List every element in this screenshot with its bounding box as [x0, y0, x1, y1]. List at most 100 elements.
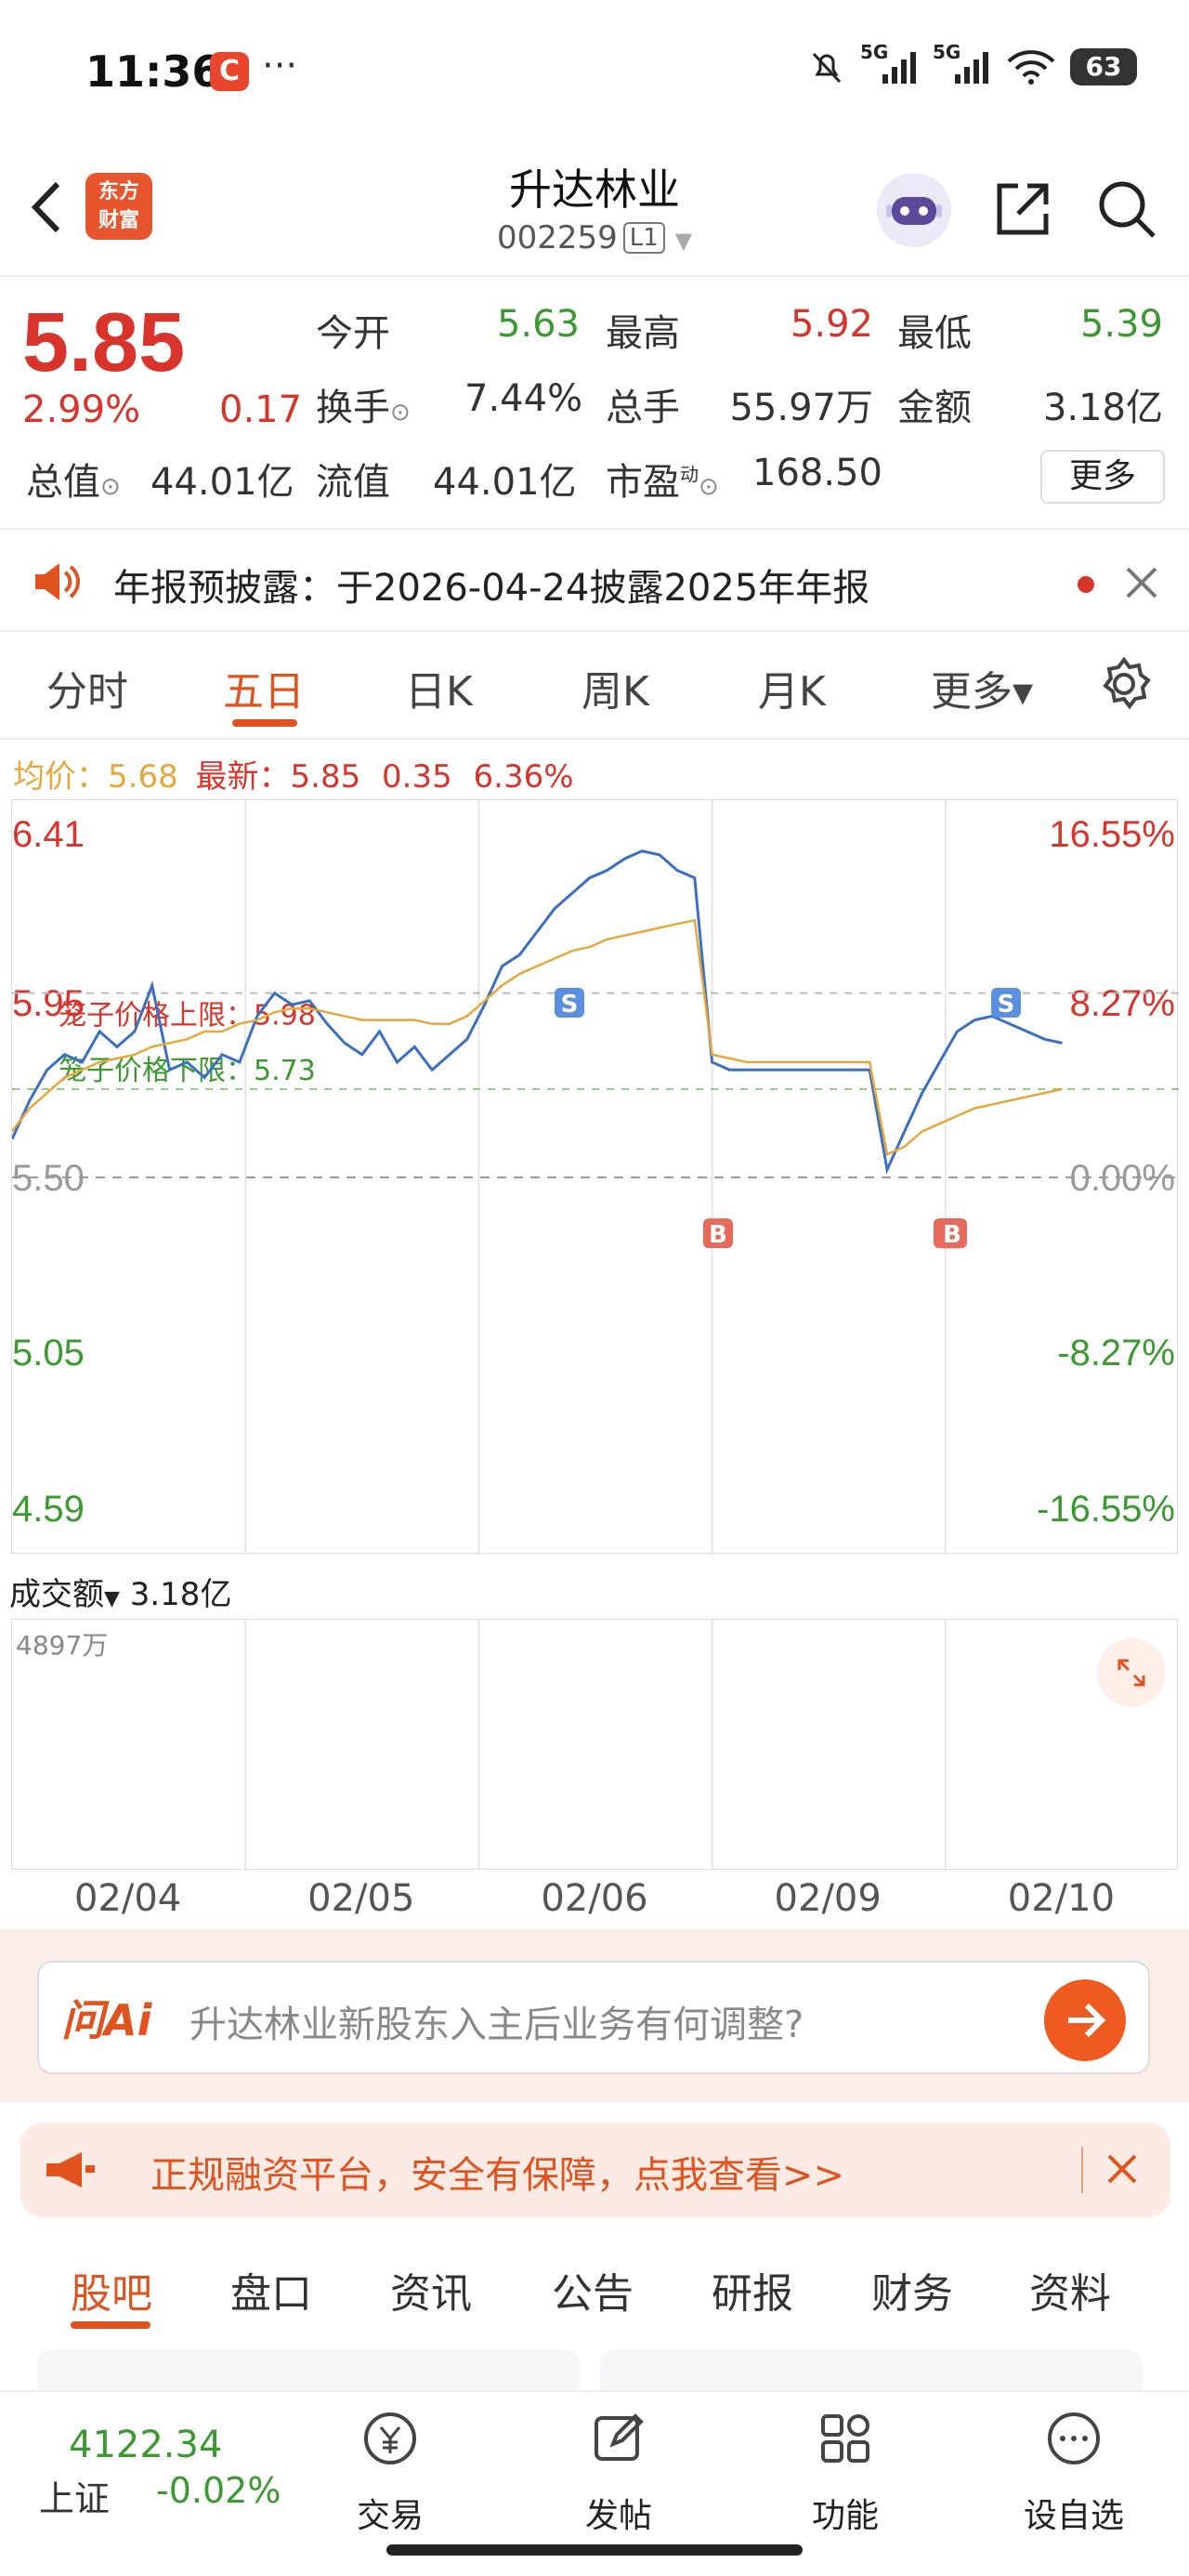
nav-functions[interactable]	[808, 2405, 882, 2476]
close-icon[interactable]	[1124, 565, 1159, 600]
more-notifications-icon: ···	[262, 45, 298, 87]
current-price: 5.85	[22, 296, 186, 389]
x-tick-label: 02/06	[541, 1877, 648, 1920]
search-icon[interactable]	[1094, 177, 1159, 242]
x-tick-label: 02/05	[307, 1877, 415, 1920]
nav-add-watchlist[interactable]	[1037, 2405, 1111, 2476]
chevron-down-icon: ▼	[674, 228, 693, 254]
ad-text: 正规融资平台，安全有保障，点我查看>>	[150, 2154, 845, 2197]
pe-label: 市盈动⊙	[606, 461, 719, 504]
volume-type-select: 成交额	[9, 1576, 104, 1613]
high-label: 最高	[606, 312, 680, 355]
y-tick-left: 6.41	[12, 814, 85, 855]
trade-marker-label: B	[943, 1221, 961, 1249]
y-tick-right: 8.27%	[1070, 983, 1175, 1024]
ask-ai-question: 升达林业新股东入主后业务有何调整?	[189, 2004, 804, 2046]
megaphone-icon	[46, 2152, 95, 2188]
settings-gear-icon[interactable]	[1096, 656, 1152, 712]
tab-pankou[interactable]: 盘口	[230, 2260, 312, 2320]
total-mv-label: 总值⊙	[26, 461, 121, 504]
close-icon[interactable]	[1105, 2152, 1139, 2186]
trade-marker-label: S	[561, 991, 579, 1019]
signal-icon: 5G	[860, 41, 920, 87]
active-tab-indicator	[71, 2321, 150, 2329]
active-tab-indicator	[232, 719, 297, 727]
status-bar: 11:36 C ··· 5G 5G 63	[0, 0, 1189, 149]
x-tick-label: 02/10	[1007, 1877, 1116, 1920]
change-percent: 2.99%	[22, 388, 141, 431]
signal-icon-2: 5G	[933, 41, 992, 87]
yuan-icon	[364, 2412, 416, 2464]
open-value: 5.63	[496, 303, 580, 346]
ai-robot-icon[interactable]	[877, 173, 951, 247]
share-icon[interactable]	[990, 177, 1055, 242]
turnover-value: 7.44%	[464, 377, 583, 420]
trade-marker-label: B	[709, 1221, 727, 1249]
nav-trade[interactable]	[353, 2405, 427, 2476]
float-mv-value: 44.01亿	[433, 461, 577, 504]
volume-header[interactable]: 成交额▼ 3.18亿	[9, 1569, 231, 1614]
announcement-bar[interactable]: 年报预披露：于2026-04-24披露2025年年报	[0, 528, 1189, 632]
status-time: 11:36	[85, 46, 222, 97]
turnover-label: 换手⊙	[316, 387, 411, 429]
y-tick-right: -8.27%	[1057, 1333, 1175, 1373]
tab-profile[interactable]: 资料	[1029, 2260, 1111, 2320]
tab-more[interactable]: 更多▾	[931, 658, 1033, 717]
avg-price-line	[11, 918, 1063, 1156]
level-badge: L1	[622, 222, 665, 254]
more-quote-button[interactable]: 更多	[1040, 450, 1165, 504]
announcement-text: 年报预披露：于2026-04-24披露2025年年报	[113, 567, 870, 610]
pe-value: 168.50	[752, 452, 882, 494]
nav-trade-label: 交易	[356, 2497, 424, 2535]
tab-weekly-k[interactable]: 周K	[581, 658, 649, 717]
grid-icon	[821, 2414, 869, 2463]
low-value: 5.39	[1079, 303, 1163, 346]
open-label: 今开	[316, 312, 390, 355]
volume-chart[interactable]: 4897万	[11, 1619, 1178, 1871]
index-name: 上证	[39, 2478, 111, 2519]
volume-max-label: 4897万	[16, 1630, 109, 1661]
index-change: -0.02%	[156, 2470, 281, 2511]
y-tick-right: -16.55%	[1037, 1489, 1175, 1530]
status-icons: 5G 5G 63	[806, 41, 1137, 87]
nav-functions-label: 功能	[811, 2497, 879, 2535]
price-chart[interactable]: 6.41 16.55% 5.95 8.27% 5.50 0.00% 5.05 -8.27% 4.…	[10, 799, 1179, 1555]
tab-guba[interactable]: 股吧	[71, 2260, 152, 2320]
change-amount: 0.17	[219, 388, 303, 431]
unread-dot	[1078, 576, 1094, 593]
ad-banner[interactable]: 正规融资平台，安全有保障，点我查看>>	[20, 2123, 1170, 2217]
amount-label: 金额	[897, 387, 972, 429]
nav-add-watchlist-label: 设自选	[1023, 2497, 1124, 2535]
y-tick-left: 4.59	[12, 1489, 85, 1530]
y-tick-left: 5.50	[12, 1158, 85, 1199]
price-chart-svg: 6.41 16.55%5.95 8.27%5.50 0.00%5.05 -8.27%4.…	[10, 800, 1179, 1555]
index-value[interactable]: 4122.34	[69, 2424, 222, 2466]
nav-post[interactable]	[581, 2405, 656, 2476]
divider	[0, 275, 1189, 277]
divider	[1081, 2147, 1083, 2193]
arrow-right-icon[interactable]	[1044, 1979, 1126, 2061]
float-mv-label: 流值	[316, 461, 390, 504]
battery-icon: 63	[1070, 48, 1137, 85]
avg-price-line: 均价：5.68 最新：5.85 0.35 6.36%	[13, 758, 574, 795]
ask-ai-logo: 问Ai	[61, 1995, 152, 2045]
tab-finance[interactable]: 财务	[871, 2260, 953, 2320]
ask-ai-box[interactable]: 问Ai 升达林业新股东入主后业务有何调整?	[37, 1961, 1150, 2074]
tab-intraday[interactable]: 分时	[46, 658, 128, 717]
tab-monthly-k[interactable]: 月K	[758, 658, 826, 717]
tab-news[interactable]: 资讯	[390, 2260, 472, 2320]
edit-icon	[594, 2413, 644, 2461]
volume-chart-svg	[244, 1620, 947, 1871]
tab-research[interactable]: 研报	[712, 2260, 793, 2320]
tab-daily-k[interactable]: 日K	[405, 658, 473, 717]
app-notification-icon: C	[210, 52, 249, 91]
wifi-icon	[1007, 50, 1055, 85]
home-indicator[interactable]	[386, 2544, 803, 2556]
tab-announcements[interactable]: 公告	[552, 2260, 634, 2320]
expand-icon[interactable]	[1097, 1638, 1166, 1707]
tab-five-day[interactable]: 五日	[223, 658, 305, 717]
cage-lower-label: 笼子价格下限：5.73	[59, 1055, 316, 1087]
x-tick-label: 02/04	[73, 1877, 182, 1920]
y-tick-right: 0.00%	[1070, 1158, 1175, 1199]
x-tick-label: 02/09	[774, 1877, 882, 1920]
